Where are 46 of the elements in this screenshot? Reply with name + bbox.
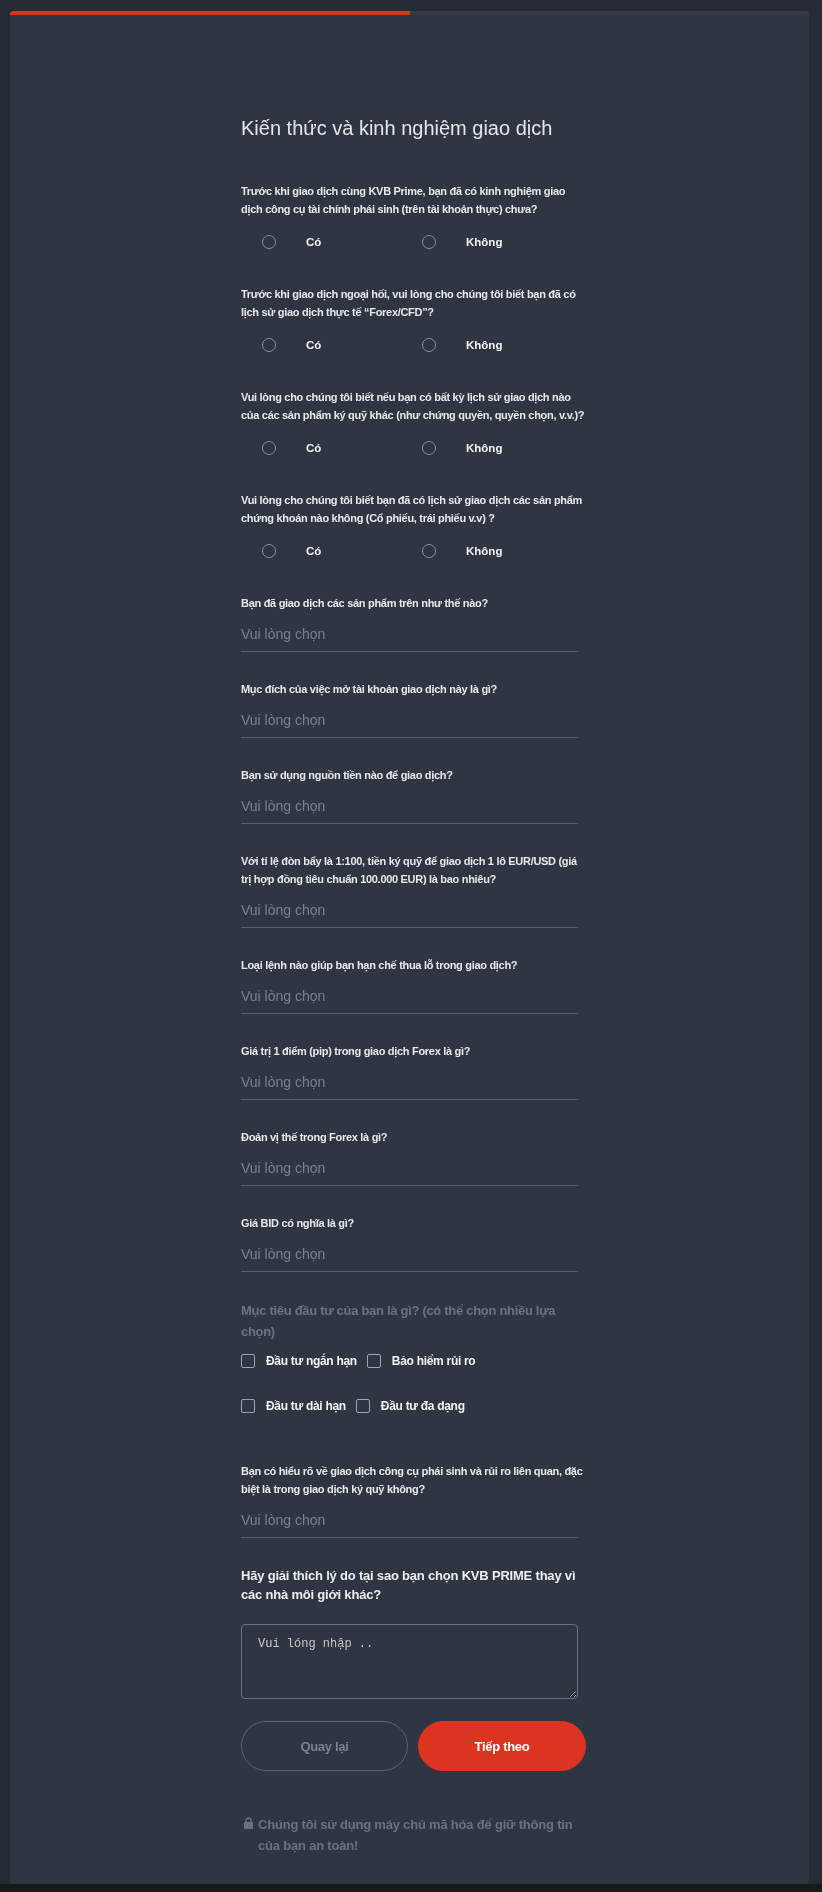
form-title: Kiến thức và kinh nghiệm giao dịch <box>241 116 554 140</box>
question-label: Hãy giải thích lý do tại sao bạn chọn KVB PRIME thay vì các nhà môi giới khác? <box>241 1567 577 1604</box>
select-field[interactable]: Vui lòng chọn <box>241 1236 578 1272</box>
question-label: Với tỉ lệ đòn bẩy là 1:100, tiền ký quỹ để giao dịch 1 lô EUR/USD (giá trị hợp đồng tiêu chuẩn 100.000 EUR) là bao nhiêu? <box>241 854 578 888</box>
option-label: Có <box>306 442 322 454</box>
question-label: Giá BID có nghĩa là gì? <box>241 1216 355 1231</box>
question-label: Loại lệnh nào giúp bạn hạn chế thua lỗ trong giao dịch? <box>241 958 519 974</box>
question-label: Mục đích của việc mở tài khoản giao dịch này là gì? <box>241 682 498 698</box>
select-field[interactable]: Vui lòng chọn <box>241 702 578 738</box>
question-label: Bạn đã giao dịch các sản phẩm trên như thế nào? <box>241 596 489 612</box>
select-field[interactable]: Vui lòng chọn <box>241 1064 578 1100</box>
next-button[interactable]: Tiếp theo <box>418 1721 586 1771</box>
option-label: Đầu tư đa dạng <box>380 1399 465 1413</box>
select-field[interactable]: Vui lòng chọn <box>241 788 578 824</box>
question-label: Trước khi giao dịch cùng KVB Prime, bạn đã có kinh nghiệm giao dịch công cụ tài chính phái sinh (trên tài khoản thực) chưa? <box>241 184 567 218</box>
option-label: Có <box>306 545 322 557</box>
select-field[interactable]: Vui lòng chọn <box>241 978 578 1014</box>
option-label: Đầu tư ngắn hạn <box>266 1354 357 1368</box>
option-label: Không <box>466 545 503 557</box>
select-field[interactable]: Vui lòng chọn <box>241 892 578 928</box>
checkbox[interactable] <box>241 1354 255 1368</box>
back-button[interactable]: Quay lại <box>241 1721 408 1771</box>
select-field[interactable]: Vui lòng chọn <box>241 1502 578 1538</box>
option-label: Có <box>306 339 322 351</box>
lock-icon <box>244 1817 253 1829</box>
question-label: Vui lòng cho chúng tôi biết nếu bạn có bất kỳ lịch sử giao dịch nào của các sản phẩm ký quỹ khác (như chứng quyền, quyền chọn, v.v.)? <box>241 390 586 424</box>
checkbox[interactable] <box>241 1399 255 1413</box>
question-label: Vui lòng cho chúng tôi biết bạn đã có lịch sử giao dịch các sản phẩm chứng khoán nào không (Cổ phiếu, trái phiếu v.v) ? <box>241 493 584 526</box>
option-label: Bảo hiểm rủi ro <box>391 1354 476 1368</box>
security-note: Chúng tôi sử dụng máy chủ mã hóa để giữ thông tin của bạn an toàn! <box>258 1816 574 1855</box>
select-field[interactable]: Vui lòng chọn <box>241 616 578 652</box>
text-area[interactable]: Vui lóng nhập .. <box>241 1624 578 1699</box>
option-label: Không <box>466 236 503 248</box>
checkbox[interactable] <box>366 1354 381 1368</box>
question-label: Giá trị 1 điểm (pip) trong giao dịch Forex là gì? <box>241 1044 472 1060</box>
checkbox[interactable] <box>355 1399 370 1413</box>
option-label: Có <box>306 236 322 248</box>
option-label: Đầu tư dài hạn <box>266 1399 346 1413</box>
option-label: Không <box>466 339 503 351</box>
option-label: Không <box>466 442 503 454</box>
select-field[interactable]: Vui lòng chọn <box>241 1150 578 1186</box>
question-label: Mục tiêu đầu tư của bạn là gì? (có thể chọn nhiều lựa chọn) <box>241 1302 557 1341</box>
question-label: Bạn có hiểu rõ về giao dịch công cụ phái sinh và rủi ro liên quan, đặc biệt là trong giao dịch ký quỹ không? <box>241 1464 584 1498</box>
question-label: Trước khi giao dịch ngoại hối, vui lòng cho chúng tôi biết bạn đã có lịch sử giao dịch thực tế “Forex/CFD”? <box>241 287 577 321</box>
question-label: Đoản vị thế trong Forex là gì? <box>241 1130 389 1146</box>
question-label: Bạn sử dụng nguồn tiền nào để giao dịch? <box>241 768 454 784</box>
